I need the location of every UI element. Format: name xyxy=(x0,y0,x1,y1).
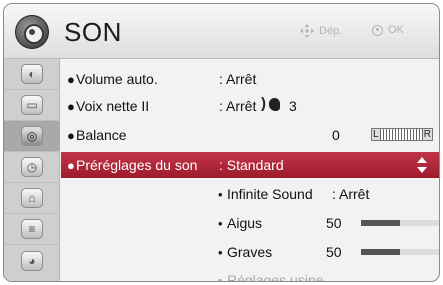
bullet-icon: • xyxy=(218,272,223,282)
bullet-icon: ● xyxy=(67,127,75,143)
menu-item-balance[interactable]: ● Balance 0 L R xyxy=(61,122,439,148)
sound-icon xyxy=(15,15,49,49)
move-hint: Dép. xyxy=(300,24,342,38)
balance-right-label: R xyxy=(422,129,432,140)
page-title: SON xyxy=(64,17,122,47)
voice-icon xyxy=(261,95,282,115)
balance-label: Balance xyxy=(76,127,127,143)
lock-icon: ⌂ xyxy=(21,188,43,208)
infinite-sound-label: Infinite Sound xyxy=(227,186,313,202)
up-down-arrows-icon xyxy=(417,157,427,173)
reglages-usine-label: Réglages usine xyxy=(227,272,324,282)
sidebar-item-input[interactable]: ≡ xyxy=(4,214,60,245)
voix-nette-label: Voix nette II xyxy=(76,98,150,114)
graves-label: Graves xyxy=(227,244,273,260)
sound-icon: ◎ xyxy=(21,126,43,146)
screen-icon: ▭ xyxy=(21,95,43,115)
sidebar-item-sound[interactable]: ◎ xyxy=(4,121,60,152)
category-sidebar: ◐ ▭ ◎ ◷ ⌂ ≡ ◕ xyxy=(4,59,60,281)
prereglages-value: : Standard xyxy=(219,157,284,173)
aigus-slider-fill xyxy=(361,220,400,226)
input-icon: ≡ xyxy=(21,219,43,239)
bullet-icon: • xyxy=(218,244,223,260)
support-icon: ◕ xyxy=(21,250,43,271)
menu-item-graves[interactable]: • Graves 50 xyxy=(61,239,439,265)
graves-slider-fill xyxy=(361,249,400,255)
menu-item-aigus[interactable]: • Aigus 50 xyxy=(61,210,439,236)
volume-auto-value: : Arrêt xyxy=(219,71,257,87)
bullet-icon: ● xyxy=(67,71,75,87)
menu-item-volume-auto[interactable]: ● Volume auto. : Arrêt xyxy=(61,66,439,92)
aigus-label: Aigus xyxy=(227,215,263,231)
sidebar-item-lock[interactable]: ⌂ xyxy=(4,183,60,214)
balance-value: 0 xyxy=(332,127,340,143)
menu-item-voix-nette[interactable]: ● Voix nette II : Arrêt 3 xyxy=(61,93,439,119)
graves-value: 50 xyxy=(326,244,342,260)
aigus-value: 50 xyxy=(326,215,342,231)
picture-icon: ◐ xyxy=(21,64,43,84)
sidebar-item-support[interactable]: ◕ xyxy=(4,245,60,276)
bullet-icon: • xyxy=(218,215,223,231)
bullet-icon: • xyxy=(218,186,223,202)
volume-auto-label: Volume auto. xyxy=(76,71,158,87)
bullet-icon: ● xyxy=(67,157,75,173)
menu-header: SON Dép. OK xyxy=(4,4,439,59)
menu-item-infinite-sound[interactable]: • Infinite Sound : Arrêt xyxy=(61,181,439,207)
ok-hint-label: OK xyxy=(388,24,404,36)
move-hint-label: Dép. xyxy=(319,25,343,37)
navigate-arrows-icon xyxy=(300,24,314,38)
bullet-icon: ● xyxy=(67,98,75,114)
sound-settings-list: ● Volume auto. : Arrêt ● Voix nette II :… xyxy=(61,59,439,282)
ok-hint: OK xyxy=(372,24,404,36)
menu-item-prereglages[interactable]: ● Préréglages du son : Standard xyxy=(61,152,439,178)
clock-icon: ◷ xyxy=(21,157,43,177)
sidebar-item-screen[interactable]: ▭ xyxy=(4,90,60,121)
menu-item-reglages-usine[interactable]: • Réglages usine xyxy=(61,267,439,282)
voix-nette-level: 3 xyxy=(289,98,297,114)
infinite-sound-value: : Arrêt xyxy=(332,186,370,202)
ok-icon xyxy=(372,24,383,36)
sidebar-item-time[interactable]: ◷ xyxy=(4,152,60,183)
balance-slider[interactable]: L R xyxy=(371,128,433,141)
aigus-slider[interactable] xyxy=(361,220,439,226)
sidebar-item-picture[interactable]: ◐ xyxy=(4,59,60,90)
prereglages-label: Préréglages du son xyxy=(76,157,198,173)
sound-menu-window: SON Dép. OK ◐ ▭ ◎ ◷ ⌂ ≡ ◕ ● Volume auto.… xyxy=(3,3,440,282)
graves-slider[interactable] xyxy=(361,249,439,255)
balance-left-label: L xyxy=(372,129,380,140)
voix-nette-value: : Arrêt xyxy=(219,98,257,114)
